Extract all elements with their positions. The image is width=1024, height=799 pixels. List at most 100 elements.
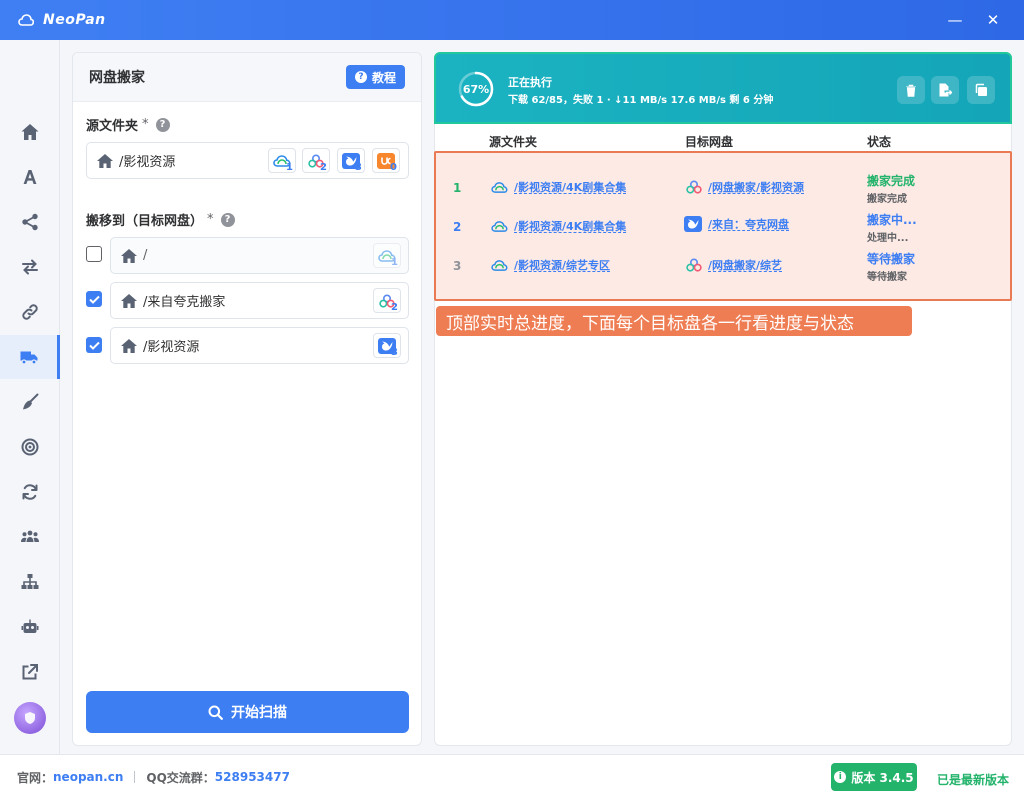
- annotation-callout: 顶部实时总进度，下面每个目标盘各一行看进度与状态: [436, 306, 912, 336]
- tag-count: 2: [391, 302, 398, 313]
- qq-label: QQ交流群：: [146, 770, 215, 785]
- nav-item-users[interactable]: [0, 515, 60, 559]
- tag-count: 1: [391, 257, 398, 268]
- target-path-field[interactable]: / 1: [110, 237, 409, 274]
- source-path: /影视资源/4K剧集合集: [514, 181, 627, 194]
- trash-icon: [906, 84, 916, 97]
- home-icon: [121, 293, 137, 308]
- font-icon: [23, 170, 37, 184]
- avatar[interactable]: [14, 702, 46, 734]
- start-scan-button[interactable]: 开始扫描: [86, 691, 409, 733]
- nav-item-link[interactable]: [0, 290, 60, 334]
- target-path: /影视资源: [143, 340, 200, 355]
- move-config-panel: 网盘搬家 ? 教程 源文件夹 * ? /影视资源 1 2 3 0 搬移到（目标网…: [72, 52, 422, 746]
- source-folder-field[interactable]: /影视资源 1 2 3 0: [86, 142, 409, 179]
- source-folder-label: 源文件夹 * ?: [86, 115, 170, 134]
- nav-item-target[interactable]: [0, 425, 60, 469]
- share-icon: [22, 213, 38, 231]
- tag-count: 3: [391, 347, 398, 358]
- nav-item-truck[interactable]: [0, 335, 60, 379]
- users-icon: [21, 530, 39, 542]
- source-path: /影视资源/4K剧集合集: [514, 220, 627, 233]
- copy-button[interactable]: [967, 76, 995, 104]
- row-index: 2: [453, 220, 462, 234]
- sidebar: [0, 40, 60, 754]
- file-export-icon: [939, 83, 952, 97]
- target-tag-quark[interactable]: 3: [373, 333, 401, 358]
- nav-item-robot[interactable]: [0, 605, 60, 649]
- required-mark: *: [207, 212, 214, 227]
- row-substatus: 处理中...: [867, 233, 909, 244]
- nav-item-home[interactable]: [0, 110, 60, 154]
- app-logo-icon: [18, 14, 34, 26]
- home-icon: [97, 153, 113, 168]
- version-badge[interactable]: i 版本 3.4.5: [831, 763, 917, 791]
- target-tag-aliyun[interactable]: 2: [373, 288, 401, 313]
- link-icon: [22, 304, 38, 320]
- source-link[interactable]: /影视资源/4K剧集合集: [491, 218, 626, 234]
- row-index: 1: [453, 181, 462, 195]
- nav-item-font[interactable]: [0, 155, 60, 199]
- target-path: /: [143, 248, 148, 263]
- aliyun-drive-icon: [686, 180, 702, 194]
- check-icon: [88, 341, 100, 350]
- target-path-field[interactable]: /来自夸克搬家 2: [110, 282, 409, 319]
- baidu-cloud-icon: [491, 181, 508, 193]
- check-icon: [88, 295, 100, 304]
- tutorial-button[interactable]: ? 教程: [345, 65, 405, 89]
- column-header-target: 目标网盘: [685, 135, 734, 149]
- nav-item-transfer[interactable]: [0, 245, 60, 289]
- export-button[interactable]: [931, 76, 959, 104]
- target-checkbox[interactable]: [86, 291, 102, 307]
- source-tag-aliyun[interactable]: 2: [302, 148, 330, 173]
- target-link[interactable]: /来自：夸克网盘: [684, 216, 789, 232]
- close-button[interactable]: ✕: [970, 0, 1016, 40]
- quark-icon: [684, 216, 702, 232]
- home-icon: [21, 124, 39, 140]
- nav-item-external-link[interactable]: [0, 650, 60, 694]
- help-icon[interactable]: ?: [220, 212, 235, 227]
- source-link[interactable]: /影视资源/综艺专区: [491, 257, 610, 273]
- column-header-source: 源文件夹: [489, 135, 538, 149]
- row-substatus: 搬家完成: [867, 194, 907, 205]
- nav-item-broom[interactable]: [0, 380, 60, 424]
- target-path-field[interactable]: /影视资源 3: [110, 327, 409, 364]
- progress-detail: 下载 62/85，失败 1 · ↓11 MB/s 17.6 MB/s 剩 6 分…: [508, 95, 774, 106]
- search-icon: [208, 705, 223, 720]
- source-tag-uc[interactable]: 0: [372, 148, 400, 173]
- row-status: 搬家完成: [867, 174, 916, 188]
- app-title: NeoPan: [43, 12, 106, 28]
- baidu-cloud-icon: [491, 259, 508, 271]
- row-status: 等待搬家: [867, 252, 916, 266]
- baidu-cloud-icon: [491, 220, 508, 232]
- external-link-icon: [22, 664, 38, 680]
- column-header-status: 状态: [867, 135, 892, 149]
- help-icon[interactable]: ?: [155, 117, 170, 132]
- target-label-text: 搬移到（目标网盘）: [86, 214, 204, 229]
- source-link[interactable]: /影视资源/4K剧集合集: [491, 179, 626, 195]
- shield-avatar-icon: [25, 712, 35, 724]
- truck-icon: [20, 351, 37, 365]
- progress-status: 正在执行: [508, 76, 552, 89]
- target-checkbox[interactable]: [86, 246, 102, 262]
- nav-item-sync[interactable]: [0, 470, 60, 514]
- qq-group-link[interactable]: 528953477: [215, 770, 290, 784]
- progress-header: 67% 正在执行 下载 62/85，失败 1 · ↓11 MB/s 17.6 M…: [434, 52, 1012, 124]
- target-link[interactable]: /网盘搬家/综艺: [686, 257, 782, 273]
- delete-button[interactable]: [897, 76, 925, 104]
- target-icon: [21, 438, 39, 456]
- info-icon: i: [834, 771, 847, 783]
- row-status: 搬家中...: [867, 213, 917, 227]
- source-label-text: 源文件夹: [86, 119, 139, 134]
- source-tag-quark[interactable]: 3: [337, 148, 365, 173]
- target-link[interactable]: /网盘搬家/影视资源: [686, 179, 804, 195]
- source-tag-baidu[interactable]: 1: [268, 148, 296, 173]
- home-icon: [121, 248, 137, 263]
- site-link[interactable]: neopan.cn: [53, 770, 123, 784]
- sync-icon: [22, 484, 38, 500]
- target-tag-baidu[interactable]: 1: [373, 243, 401, 268]
- required-mark: *: [142, 117, 149, 132]
- nav-item-sitemap[interactable]: [0, 560, 60, 604]
- nav-item-share[interactable]: [0, 200, 60, 244]
- target-checkbox[interactable]: [86, 337, 102, 353]
